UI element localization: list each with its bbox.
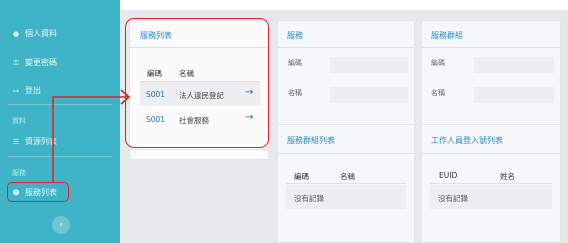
callout-arrow bbox=[52, 89, 131, 182]
